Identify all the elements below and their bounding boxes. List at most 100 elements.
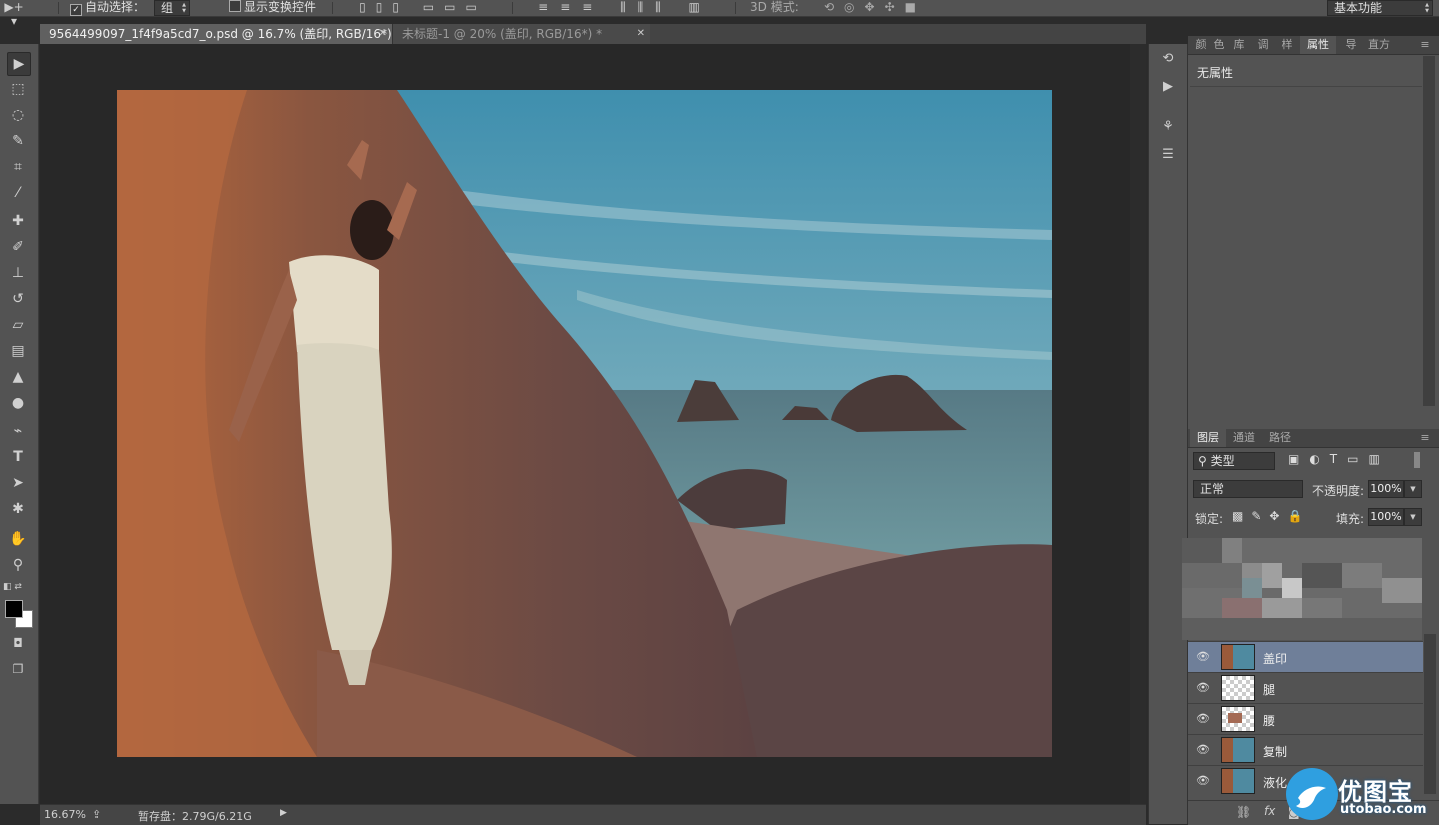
actions-panel-icon[interactable]: ▶ [1157,76,1179,98]
document-tabs: 9564499097_1f4f9a5cd7_o.psd @ 16.7% (盖印,… [40,24,1146,44]
eye-visibility-icon[interactable]: 👁 [1196,650,1210,663]
tab-navigator-abbr[interactable]: 导 [1340,36,1362,54]
zoom-tool-icon[interactable]: ⚲ [7,554,29,576]
layers-panel-tabs: 图层 通道 路径 ≡ [1188,429,1439,448]
default-colors-icon[interactable]: ◧ ⇄ [3,582,22,592]
link-layers-icon[interactable]: ⛓ [1236,805,1251,819]
crop-tool-icon[interactable]: ⌗ [7,156,29,178]
status-export-icon[interactable]: ⇪ [92,808,101,821]
brush-tool-icon[interactable]: ✐ [7,236,29,258]
move-tool-icon[interactable]: ▶ [7,52,31,76]
auto-select-checkbox[interactable]: ✓ 自动选择： [70,0,145,16]
divider [735,2,736,14]
eye-visibility-icon[interactable]: 👁 [1196,712,1210,725]
tab-channels[interactable]: 通道 [1228,429,1260,447]
history-panel-icon[interactable]: ⟲ [1157,48,1179,70]
layer-row[interactable]: 👁 复制 [1188,734,1423,765]
fx-icon[interactable]: fx [1264,804,1275,818]
close-icon[interactable]: ✕ [637,24,645,44]
layer-filter-icons[interactable]: ▣◐T▭▥ [1288,452,1390,466]
opacity-slider-arrow-icon[interactable]: ▼ [1404,480,1422,498]
tab-color-abbr[interactable]: 色 [1210,36,1228,54]
stamp-tool-icon[interactable]: ⊥ [7,262,29,284]
filter-toggle-switch[interactable] [1414,452,1420,468]
align-icons[interactable]: ▯▯▯ ▭▭▭ [348,0,498,14]
gradient-tool-icon[interactable]: ▤ [7,340,29,362]
checkbox-unchecked-icon [229,0,241,12]
canvas-vertical-scrollbar[interactable] [1130,44,1146,804]
quick-mask-icon[interactable]: ◘ [7,632,29,654]
move-tool-preset-icon[interactable]: ▶+ ▾ [0,0,28,28]
shape-tool-icon[interactable]: ✱ [7,498,29,520]
panel-menu-icon[interactable]: ≡ [1414,36,1436,54]
opacity-input[interactable]: 100% [1368,480,1404,498]
layer-thumbnail [1221,737,1255,763]
show-transform-checkbox[interactable]: 显示变换控件 [229,0,316,16]
pixelated-obscured-region [1182,538,1422,640]
tab-style-abbr[interactable]: 样 [1276,36,1298,54]
layer-thumbnail [1221,675,1255,701]
layer-row[interactable]: 👁 盖印 [1188,641,1423,672]
hand-tool-icon[interactable]: ✋ [7,528,29,550]
search-icon: ⚲ [1198,454,1207,468]
panel-menu-icon[interactable]: ≡ [1414,429,1436,447]
distribute-icons[interactable]: ≡≡≡ ⫼⫼⫼ ▥ [525,0,725,14]
lasso-tool-icon[interactable]: ◌ [7,104,29,126]
layer-thumbnail [1221,706,1255,732]
workspace-dropdown[interactable]: 基本功能 [1327,0,1433,16]
document-canvas-image[interactable] [117,90,1052,757]
marquee-tool-icon[interactable]: ⬚ [7,78,29,100]
collapsed-panels-strip: ⟲ ▶ ⚘ ☰ [1148,44,1188,824]
close-icon[interactable]: ✕ [379,24,387,44]
mosaic-blur [1182,538,1422,640]
tab-properties[interactable]: 属性 [1300,36,1336,54]
fill-input[interactable]: 100% [1368,508,1404,526]
blur-tool-icon[interactable]: ▲ [7,366,29,388]
adjustments-slider-icon[interactable]: ☰ [1157,144,1179,166]
layer-thumbnail [1221,768,1255,794]
foreground-color-swatch[interactable] [5,600,23,618]
quick-select-tool-icon[interactable]: ✎ [7,130,29,152]
properties-scrollbar[interactable] [1423,56,1435,406]
layer-row[interactable]: 👁 腿 [1188,672,1423,703]
lock-label: 锁定: [1195,512,1224,526]
eyedropper-tool-icon[interactable]: ⁄ [7,182,29,204]
auto-select-dropdown[interactable]: 组 [154,0,191,16]
layer-filter-dropdown[interactable]: ⚲ 类型 [1193,452,1275,470]
eye-visibility-icon[interactable]: 👁 [1196,681,1210,694]
tab-library-abbr[interactable]: 库 [1230,36,1248,54]
tab-histogram-abbr[interactable]: 直方 [1364,36,1394,54]
tab-document-psd[interactable]: 9564499097_1f4f9a5cd7_o.psd @ 16.7% (盖印,… [40,24,392,44]
screen-mode-icon[interactable]: ❐ [7,658,29,680]
tab-layers[interactable]: 图层 [1190,429,1226,447]
options-bar: ▶+ ▾ ✓自动选择： 组 显示变换控件 ▯▯▯ ▭▭▭ ≡≡≡ ⫼⫼⫼ ▥ 3… [0,0,1439,28]
eraser-tool-icon[interactable]: ▱ [7,314,29,336]
status-bar: 16.67% ⇪ 暂存盘：2.79G/6.21G ▶ [40,804,1146,825]
tab-swatches-abbr[interactable]: 颜 [1192,36,1210,54]
brush-presets-icon[interactable]: ⚘ [1157,116,1179,138]
lock-icons[interactable]: ▩✎✥🔒 [1232,509,1310,523]
fill-slider-arrow-icon[interactable]: ▼ [1404,508,1422,526]
dodge-tool-icon[interactable]: ● [7,392,29,414]
beach-photo [117,90,1052,757]
watermark-url: utobao.com [1340,802,1427,817]
healing-brush-tool-icon[interactable]: ✚ [7,210,29,232]
tab-paths[interactable]: 路径 [1264,429,1296,447]
tab-adjust-abbr[interactable]: 调 [1252,36,1274,54]
3d-mode-icons[interactable]: ⟲◎✥✣■ [810,0,940,14]
history-brush-tool-icon[interactable]: ↺ [7,288,29,310]
blend-mode-dropdown[interactable]: 正常 [1193,480,1303,498]
opacity-label: 不透明度: [1312,484,1365,498]
layer-row[interactable]: 👁 腰 [1188,703,1423,734]
tab-document-untitled[interactable]: 未标题-1 @ 20% (盖印, RGB/16*) * ✕ [392,24,650,44]
pen-tool-icon[interactable]: ⌁ [7,420,29,442]
zoom-level[interactable]: 16.67% [44,808,86,821]
type-tool-icon[interactable]: T [7,446,29,468]
3d-mode-label: 3D 模式: [750,0,799,14]
path-select-tool-icon[interactable]: ➤ [7,472,29,494]
divider [512,2,513,14]
eye-visibility-icon[interactable]: 👁 [1196,743,1210,756]
eye-visibility-icon[interactable]: 👁 [1196,774,1210,787]
status-menu-arrow-icon[interactable]: ▶ [280,808,287,818]
fill-label: 填充: [1336,512,1365,526]
